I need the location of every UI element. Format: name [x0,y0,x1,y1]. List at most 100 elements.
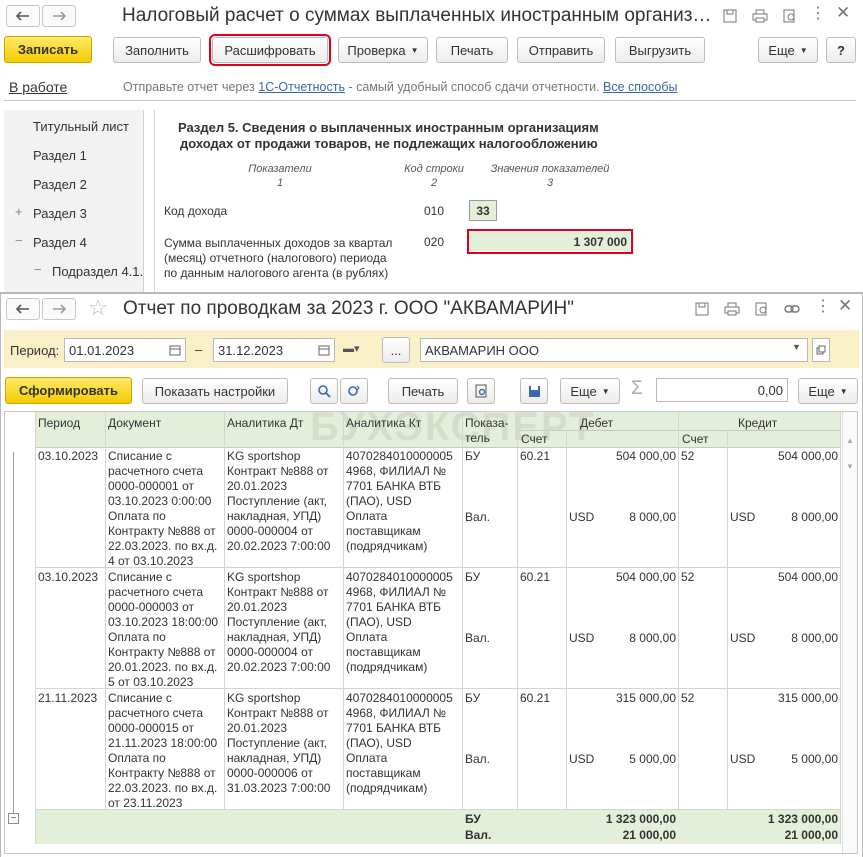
search-replace-button[interactable] [340,378,368,404]
col2-number: 2 [430,177,438,189]
collapse-icon[interactable]: − [15,233,23,248]
income-sum-label: Сумма выплаченных доходов за квартал (ме… [164,236,392,281]
check-button[interactable]: Проверка ▼ [338,37,428,63]
row-ind-val: Вал. [465,752,491,766]
report-forward-button[interactable] [42,298,76,320]
nav-title-page[interactable]: Титульный лист [33,119,129,134]
row-analytics-dt: KG sportshop Контракт №888 от 20.01.2023… [227,691,342,796]
doc-line: Оплата по [108,509,166,523]
nav-subsection-4-1[interactable]: Подраздел 4.1. [52,264,143,279]
nav-section-4[interactable]: Раздел 4 [33,235,87,250]
row-document[interactable]: Списание с расчетного счета 0000-000003 … [108,570,223,690]
preview-icon[interactable] [780,6,800,26]
income-code-field[interactable]: 33 [469,200,497,221]
akt-line: поставщикам [346,524,421,538]
report-more2-button[interactable]: Еще ▼ [798,378,858,404]
send-button[interactable]: Отправить [517,37,605,63]
expand-icon[interactable]: + [15,204,23,219]
generate-button[interactable]: Сформировать [5,377,132,404]
doc-line: Контракту №888 от [108,645,216,659]
decode-button[interactable]: Расшифровать [209,34,331,66]
adt-line: накладная, УПД) [227,509,322,523]
report-back-button[interactable] [6,298,40,320]
total-dt-bu: 1 323 000,00 [605,812,676,826]
report-close-icon[interactable]: ✕ [838,296,852,316]
more-label: Еще [570,383,597,399]
date-from-value: 01.01.2023 [69,342,135,358]
link-icon[interactable] [782,299,802,319]
more-dots-icon[interactable]: ⋮ [810,3,826,23]
print-icon[interactable] [750,6,770,26]
income-sum-field[interactable]: 1 307 000 [467,229,633,254]
nav-section-1[interactable]: Раздел 1 [33,148,87,163]
window-title: Налоговый расчет о суммах выплаченных ин… [122,5,712,26]
calendar-icon[interactable] [315,341,333,359]
report-more-icon[interactable]: ⋮ [815,296,831,316]
print-button[interactable]: Печать [436,37,508,63]
section-title-line2: доходах от продажи товаров, не подлежащи… [180,136,598,151]
row-acc-kt: 52 [681,449,695,463]
save-doc-icon[interactable] [720,6,740,26]
row-document[interactable]: Списание с расчетного счета 0000-000001 … [108,449,223,569]
adt-line: Контракт №888 от [227,706,329,720]
adt-line: KG sportshop [227,570,301,584]
sum-field[interactable]: 0,00 [656,378,788,402]
adt-line: KG sportshop [227,449,301,463]
row-ind-val: Вал. [465,510,491,524]
nav-section-3[interactable]: Раздел 3 [33,206,87,221]
collapse-icon[interactable]: − [34,262,42,277]
favorite-star-icon[interactable]: ☆ [88,295,108,321]
col-header-code: Код строки 2 [398,162,470,190]
all-ways-link[interactable]: Все способы [603,80,677,94]
col-period: Период [38,416,81,430]
sigma-icon: Σ [631,378,643,399]
show-settings-button[interactable]: Показать настройки [142,378,288,404]
calendar-icon[interactable] [166,341,184,359]
org-dropdown-icon[interactable]: ▼ [792,342,801,352]
chevron-down-icon: ▼ [799,45,808,55]
back-button[interactable] [6,5,40,27]
print-preview-button[interactable] [467,378,495,404]
period-select-button[interactable]: ... [382,337,410,363]
doc-line: расчетного счета [108,585,204,599]
save-button[interactable]: Записать [4,36,92,63]
collapse-group-icon[interactable]: − [8,813,19,824]
row-document[interactable]: Списание с расчетного счета 0000-000015 … [108,691,223,811]
report-save-icon[interactable] [692,299,712,319]
adt-line: 20.02.2023 7:00:00 [227,539,331,553]
report-preview-icon[interactable] [752,299,772,319]
fill-button[interactable]: Заполнить [113,37,201,63]
akt-line: 7701 БАНКА ВТБ [346,600,442,614]
col1-title: Показатели [248,163,312,175]
table-scrollbar[interactable] [842,412,857,853]
doc-line: Контракту №888 от [108,524,216,538]
doc-line: Оплата по [108,630,166,644]
organization-field[interactable]: АКВАМАРИН ООО [420,338,808,362]
status-state[interactable]: В работе [9,79,67,95]
reporting-link[interactable]: 1С-Отчетность [258,80,345,94]
report-more-button[interactable]: Еще ▼ [560,378,620,404]
search-button[interactable] [310,378,338,404]
more-button[interactable]: Еще ▼ [758,37,818,63]
row-acc-kt: 52 [681,570,695,584]
help-button[interactable]: ? [826,37,856,63]
total-kt-bu: 1 323 000,00 [767,812,838,826]
report-print-button[interactable]: Печать [388,378,458,404]
col-credit: Кредит [738,416,778,430]
period-type-icon[interactable]: ▬▾ [343,342,360,355]
export-button[interactable]: Выгрузить [615,37,705,63]
grid-line [840,412,841,844]
scroll-down-icon[interactable]: ▼ [846,462,854,471]
close-icon[interactable]: ✕ [836,3,850,23]
org-open-icon[interactable] [812,338,830,362]
total-ind-val: Вал. [465,828,492,842]
row-dt-val: 8 000,00 [629,631,676,645]
row-ind-bu: БУ [465,691,481,705]
report-print-icon[interactable] [722,299,742,319]
row-kt-val: 8 000,00 [791,631,838,645]
forward-button[interactable] [42,5,76,27]
save-report-button[interactable] [520,378,548,404]
section-title-line1: Раздел 5. Сведения о выплаченных иностра… [178,120,599,135]
nav-section-2[interactable]: Раздел 2 [33,177,87,192]
scroll-up-icon[interactable]: ▲ [846,436,854,445]
